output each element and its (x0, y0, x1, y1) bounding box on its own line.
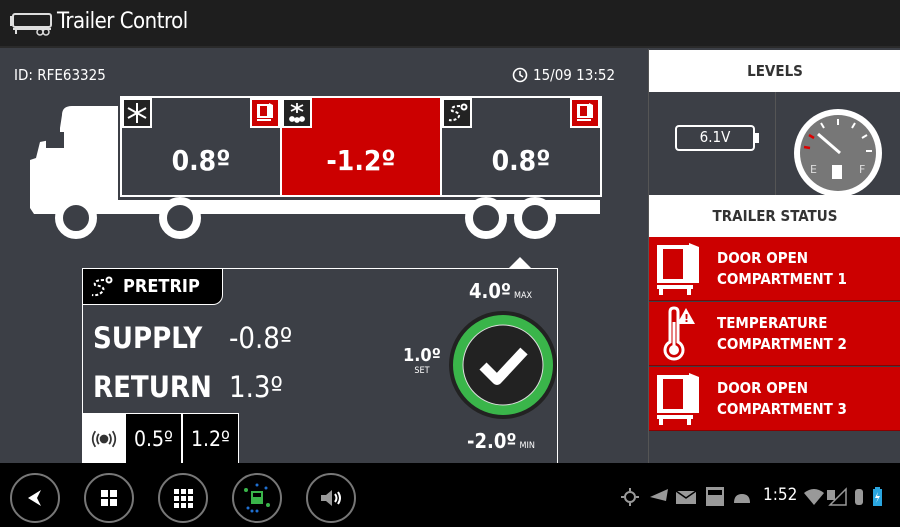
levels-header: LEVELS (649, 50, 900, 92)
door-open-icon (570, 98, 600, 128)
clock-icon (512, 67, 528, 83)
home-button[interactable] (84, 473, 134, 523)
status-item[interactable]: DOOR OPEN COMPARTMENT 1 (649, 237, 900, 301)
status-item[interactable]: DOOR OPEN COMPARTMENT 3 (649, 367, 900, 431)
mail-icon (675, 490, 697, 504)
compartment-2[interactable]: -1.2º (280, 96, 442, 197)
sensor-row: 0.5º 1.2º (83, 413, 239, 465)
android-icon (734, 494, 750, 503)
max-label: MAX (514, 291, 533, 301)
pretrip-route-icon (91, 276, 113, 296)
compartment-temp: 0.8º (171, 144, 231, 177)
battery-indicator: 6.1V (675, 125, 761, 151)
volume-icon (321, 490, 341, 506)
fuel-gauge: E F (794, 109, 882, 197)
max-value: 4.0º (469, 279, 512, 303)
set-value: 1.0º (403, 345, 441, 366)
compartment-detail-panel: PRETRIP SUPPLY -0.8º RETURN 1.3º 0.5º 1.… (82, 268, 558, 465)
back-icon (28, 490, 41, 506)
min-temp: -2.0º MIN (467, 429, 535, 453)
status-line1: TEMPERATURE (717, 313, 828, 332)
compartment-3[interactable]: 0.8º (440, 96, 602, 197)
supply-label: SUPPLY (93, 321, 203, 355)
trailer-icon (10, 13, 52, 36)
return-value: 1.3º (229, 370, 283, 404)
compartment-temp: -1.2º (326, 144, 396, 177)
sensor-icon (83, 413, 125, 465)
trailer-status-header: TRAILER STATUS (649, 195, 900, 237)
status-item[interactable]: ! TEMPERATURE COMPARTMENT 2 (649, 302, 900, 366)
back-button[interactable] (10, 473, 60, 523)
status-ok-gauge (449, 311, 557, 419)
bus-icon (706, 487, 724, 506)
datetime: 15/09 13:52 (512, 66, 615, 84)
trailer-id: ID: RFE63325 (14, 66, 106, 84)
compartment-1[interactable]: 0.8º (120, 96, 282, 197)
wifi-icon (804, 489, 824, 505)
sensor-value: 0.5º (125, 413, 182, 465)
fuel-pump-icon (832, 165, 842, 179)
battery-charging-icon (873, 487, 882, 506)
volume-button[interactable] (306, 473, 356, 523)
bluetooth-icon (855, 489, 863, 505)
mode-label: PRETRIP (123, 276, 200, 297)
status-line2: COMPARTMENT 2 (717, 334, 847, 353)
status-line2: COMPARTMENT 1 (717, 269, 847, 288)
side-panel: LEVELS 6.1V E F TRAILER STATUS DOOR OPEN… (648, 49, 900, 463)
fuel-empty-label: E (810, 163, 817, 176)
status-line1: DOOR OPEN (717, 248, 809, 267)
status-line2: COMPARTMENT 3 (717, 399, 847, 418)
thermometer-warning-icon: ! (649, 305, 707, 362)
home-grid-icon (101, 490, 117, 506)
svg-text:!: ! (684, 312, 689, 325)
defrost-icon (282, 98, 312, 128)
connectivity-icons (804, 487, 882, 506)
max-temp: 4.0º MAX (469, 279, 532, 303)
set-label: SET (414, 366, 430, 376)
location-icon (621, 488, 639, 506)
app-header: Trailer Control (0, 0, 900, 48)
trailer-app-button[interactable] (232, 473, 282, 523)
supply-value: -0.8º (229, 321, 293, 355)
door-open-icon (649, 241, 707, 297)
navigation-icon (650, 489, 668, 501)
pretrip-route-icon (442, 98, 472, 128)
min-label: MIN (519, 441, 535, 451)
min-value: -2.0º (467, 429, 517, 453)
snowflake-icon (122, 98, 152, 128)
status-line1: DOOR OPEN (717, 378, 809, 397)
app-title: Trailer Control (57, 9, 188, 34)
battery-voltage: 6.1V (699, 128, 731, 146)
fuel-full-label: F (859, 163, 865, 176)
return-label: RETURN (93, 370, 212, 404)
apps-grid-icon (174, 489, 193, 508)
door-open-icon (250, 98, 280, 128)
status-icons (621, 487, 750, 506)
system-clock: 1:52 (763, 485, 798, 505)
apps-button[interactable] (158, 473, 208, 523)
set-temp: 1.0º SET (403, 345, 441, 376)
mode-tab: PRETRIP (83, 269, 223, 305)
datetime-text: 15/09 13:52 (533, 66, 616, 84)
door-open-icon (649, 371, 707, 427)
compartment-temp: 0.8º (491, 144, 551, 177)
sensor-value: 1.2º (181, 413, 239, 465)
trailer-app-icon (244, 483, 270, 513)
